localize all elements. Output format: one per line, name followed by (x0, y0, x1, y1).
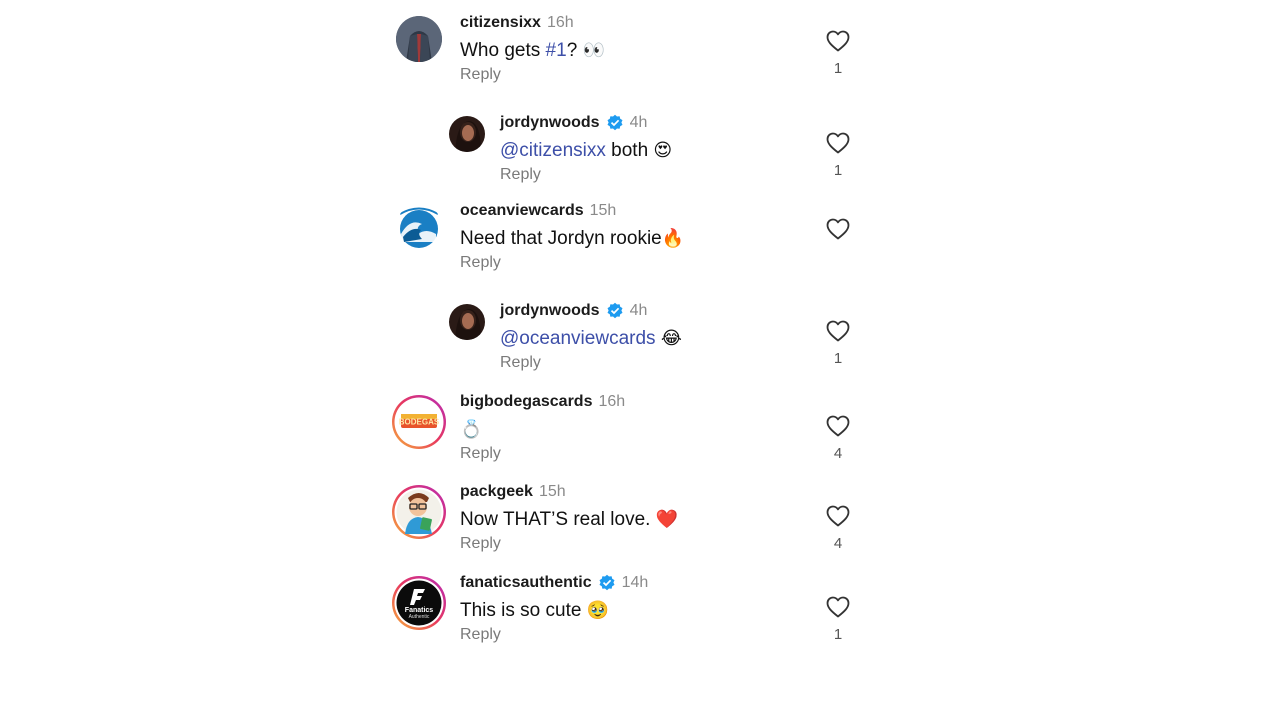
comment-time: 14h (621, 574, 649, 591)
mention-link[interactable]: @oceanviewcards (500, 328, 656, 349)
comment-thread: citizensixx 16h Who gets #1? 👀 Reply 1 j… (0, 0, 1280, 720)
reply-button[interactable]: Reply (460, 66, 501, 84)
verified-badge-icon (598, 574, 616, 592)
heart-outline-icon[interactable] (826, 596, 850, 618)
heart-outline-icon[interactable] (826, 505, 850, 527)
fanatics-logo-text: Fanatics (405, 607, 434, 614)
ring-emoji: 💍 (460, 419, 483, 440)
comment-text-part: ? (566, 40, 583, 61)
like-control (826, 218, 850, 266)
comment-time: 16h (598, 393, 626, 410)
comment-text: Now THAT’S real love. ❤️ (460, 507, 678, 533)
reply-button[interactable]: Reply (500, 166, 541, 184)
like-control: 4 (826, 415, 850, 463)
avatar[interactable] (449, 116, 485, 152)
like-count: 1 (833, 162, 843, 179)
reply-button[interactable]: Reply (460, 445, 501, 463)
heart-outline-icon[interactable] (826, 132, 850, 154)
comment-text: 💍 (460, 417, 625, 443)
heart-outline-icon[interactable] (826, 218, 850, 240)
red-heart-emoji: ❤️ (655, 509, 679, 530)
comment-text-part: both (605, 140, 654, 161)
fire-emoji: 🔥 (661, 228, 685, 249)
like-control: 1 (826, 132, 850, 180)
reply-button[interactable]: Reply (460, 535, 501, 553)
heart-outline-icon[interactable] (826, 30, 850, 52)
comment-username[interactable]: fanaticsauthentic (460, 574, 592, 592)
avatar[interactable]: BODEGAS (391, 394, 447, 450)
avatar[interactable] (449, 304, 485, 340)
heart-outline-icon[interactable] (826, 320, 850, 342)
comment-username[interactable]: citizensixx (460, 14, 541, 32)
comment-username[interactable]: bigbodegascards (460, 393, 592, 411)
comment-text-part: Who gets (460, 40, 546, 61)
verified-badge-icon (606, 114, 624, 132)
comment-time: 15h (538, 483, 566, 500)
like-control: 4 (826, 505, 850, 553)
pleading-face-emoji: 🥹 (586, 600, 610, 621)
comment-text-part: Now THAT’S real love. (460, 509, 656, 530)
like-control: 1 (826, 30, 850, 78)
verified-badge-icon (606, 302, 624, 320)
comment-time: 4h (629, 114, 648, 131)
reply-button[interactable]: Reply (460, 254, 501, 272)
like-count: 4 (833, 445, 843, 462)
avatar[interactable] (396, 204, 442, 250)
comment-text: This is so cute 🥹 (460, 598, 648, 624)
comment-text-part: This is so cute (460, 600, 587, 621)
comment-text: Need that Jordyn rookie🔥 (460, 226, 684, 252)
avatar[interactable] (396, 16, 442, 62)
reply-button[interactable]: Reply (460, 626, 501, 644)
like-count: 1 (833, 626, 843, 643)
comment-text-part: Need that Jordyn rookie (460, 228, 662, 249)
comment-text: @citizensixx both 😍 (500, 138, 672, 164)
like-count: 4 (833, 535, 843, 552)
avatar[interactable] (391, 484, 447, 540)
avatar[interactable]: Fanatics Authentic (391, 575, 447, 631)
authentic-logo-text: Authentic (409, 614, 430, 620)
comment-username[interactable]: jordynwoods (500, 302, 600, 320)
comment-text: @oceanviewcards 😂 (500, 326, 682, 352)
comment-username[interactable]: packgeek (460, 483, 533, 501)
like-count: 1 (833, 60, 843, 77)
comment-username[interactable]: oceanviewcards (460, 202, 584, 220)
like-control: 1 (826, 596, 850, 644)
like-count (826, 248, 850, 266)
hashtag-link[interactable]: #1 (546, 40, 567, 61)
comment-time: 4h (629, 302, 648, 319)
like-count: 1 (833, 350, 843, 367)
eyes-emoji: 👀 (582, 40, 605, 61)
heart-eyes-emoji: 😍 (653, 140, 673, 161)
like-control: 1 (826, 320, 850, 368)
bodegas-logo-text: BODEGAS (399, 418, 440, 427)
comment-text: Who gets #1? 👀 (460, 38, 605, 64)
mention-link[interactable]: @citizensixx (500, 140, 606, 161)
comment-username[interactable]: jordynwoods (500, 114, 600, 132)
reply-button[interactable]: Reply (500, 354, 541, 372)
heart-outline-icon[interactable] (826, 415, 850, 437)
comment-time: 16h (546, 14, 574, 31)
comment-time: 15h (589, 202, 617, 219)
laughing-emoji: 😂 (660, 328, 682, 349)
